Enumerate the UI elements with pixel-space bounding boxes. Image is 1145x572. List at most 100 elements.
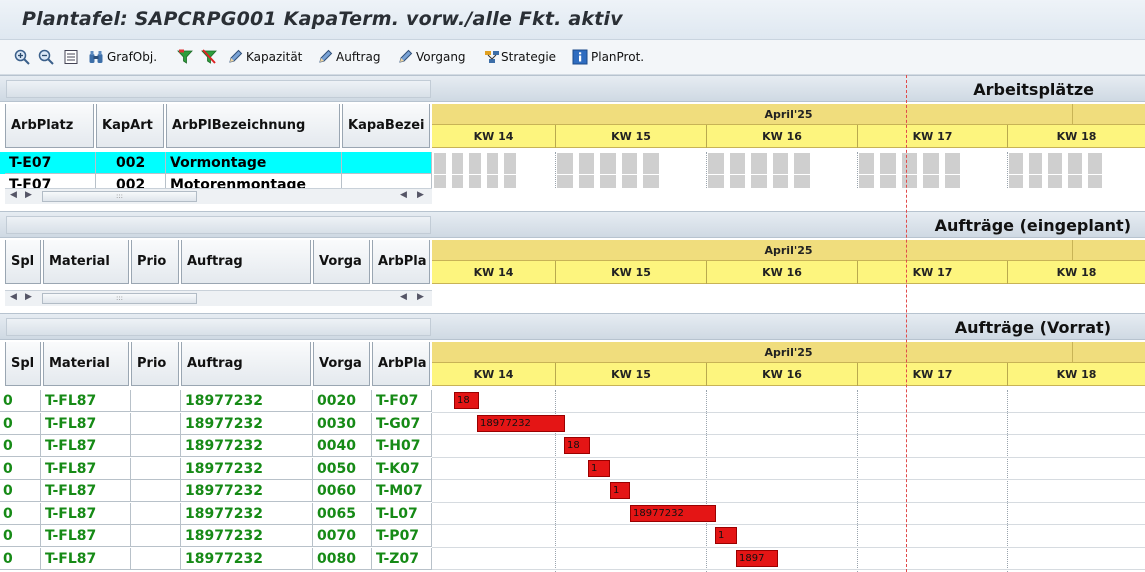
filter-off-button[interactable] bbox=[201, 48, 217, 66]
operation-bar[interactable]: 1 bbox=[588, 459, 610, 477]
zoom-out-button[interactable] bbox=[38, 48, 54, 66]
table-row[interactable]: 0 T-FL87 18977232 0070 T-P07 bbox=[0, 525, 432, 547]
operation-bar[interactable]: 18 bbox=[454, 392, 479, 409]
cell-vorgang: 0060 bbox=[313, 480, 372, 502]
vorgang-label: Vorgang bbox=[416, 50, 466, 64]
capacity-block bbox=[621, 153, 638, 174]
capacity-block bbox=[1068, 175, 1082, 188]
timeline-header: April'25 KW 14 KW 15 KW 16 KW 17 KW 18 bbox=[432, 104, 1145, 148]
col-header-arbplbezeichnung[interactable]: ArbPlBezeichnung bbox=[166, 104, 340, 148]
operation-bar[interactable]: 18977232 bbox=[477, 414, 565, 432]
scroll-left-icon[interactable]: ◀ bbox=[400, 292, 407, 302]
week-gridline bbox=[857, 152, 858, 188]
scroll-left-icon[interactable]: ◀ bbox=[10, 190, 17, 200]
col-header-arbpla[interactable]: ArbPla bbox=[372, 342, 430, 386]
col-header-auftrag[interactable]: Auftrag bbox=[181, 240, 311, 284]
cell-bezeichnung: Motorenmontage bbox=[166, 174, 342, 188]
col-header-vorgang[interactable]: Vorga bbox=[313, 342, 370, 386]
week-label: KW 15 bbox=[555, 261, 706, 284]
capacity-block bbox=[643, 153, 659, 174]
section-eingeplant: Aufträge (eingeplant) Spl Material Prio … bbox=[0, 211, 1145, 311]
cell-spl: 0 bbox=[0, 547, 41, 570]
col-header-spl[interactable]: Spl bbox=[5, 342, 41, 386]
table-row[interactable]: 0 T-FL87 18977232 0030 T-G07 bbox=[0, 412, 432, 435]
scroll-thumb[interactable]: ::: bbox=[42, 191, 197, 202]
cell-arbpla: T-F07 bbox=[372, 390, 432, 412]
planprot-label: PlanProt. bbox=[591, 50, 645, 64]
table-row[interactable]: 0 T-FL87 18977232 0040 T-H07 bbox=[0, 435, 432, 457]
list-button[interactable] bbox=[63, 48, 79, 66]
col-header-kapabezei[interactable]: KapaBezei bbox=[342, 104, 430, 148]
filter-button[interactable] bbox=[177, 48, 193, 66]
cell-arbpla: T-Z07 bbox=[372, 547, 432, 570]
table-row[interactable]: T-F07 002 Motorenmontage bbox=[0, 174, 432, 188]
cell-auftrag: 18977232 bbox=[181, 435, 313, 457]
zoom-in-button[interactable] bbox=[14, 48, 30, 66]
col-header-kapart[interactable]: KapArt bbox=[96, 104, 164, 148]
col-header-spl[interactable]: Spl bbox=[5, 240, 41, 284]
row-separator bbox=[432, 434, 1145, 435]
grafobj-button[interactable]: GrafObj. bbox=[88, 48, 157, 66]
cell-material: T-FL87 bbox=[41, 412, 131, 435]
cell-spl: 0 bbox=[0, 457, 41, 480]
strategie-button[interactable]: Strategie bbox=[484, 48, 556, 66]
col-header-prio[interactable]: Prio bbox=[131, 240, 179, 284]
week-label: KW 14 bbox=[473, 130, 514, 143]
table-row[interactable]: 0 T-FL87 18977232 0050 T-K07 bbox=[0, 457, 432, 480]
capacity-block bbox=[901, 175, 918, 188]
planprot-button[interactable]: PlanProt. bbox=[572, 48, 644, 66]
operation-bar[interactable]: 1 bbox=[715, 527, 737, 544]
col-header-arbpla[interactable]: ArbPla bbox=[372, 240, 430, 284]
table-row[interactable]: 0 T-FL87 18977232 0080 T-Z07 bbox=[0, 547, 432, 570]
scroll-thumb[interactable]: ::: bbox=[42, 293, 197, 304]
table-row[interactable]: T-E07 002 Vormontage bbox=[0, 152, 432, 174]
capacity-chart bbox=[432, 152, 1145, 188]
scroll-right-icon[interactable]: ▶ bbox=[417, 190, 424, 200]
cell-auftrag: 18977232 bbox=[181, 390, 313, 412]
auftrag-button[interactable]: Auftrag bbox=[317, 48, 380, 66]
col-header-auftrag[interactable]: Auftrag bbox=[181, 342, 311, 386]
pencil-icon bbox=[229, 49, 243, 63]
operation-bar[interactable]: 18977232 bbox=[630, 504, 716, 522]
capacity-block bbox=[1087, 153, 1102, 174]
section-header: Aufträge (Vorrat) bbox=[0, 313, 1145, 340]
col-header-vorgang[interactable]: Vorga bbox=[313, 240, 370, 284]
toolbar: GrafObj. Kapazität Auftrag Vorgang Strat… bbox=[0, 40, 1145, 75]
kapazitaet-button[interactable]: Kapazität bbox=[227, 48, 302, 66]
table-row[interactable]: 0 T-FL87 18977232 0065 T-L07 bbox=[0, 502, 432, 525]
scroll-left-icon[interactable]: ◀ bbox=[400, 190, 407, 200]
capacity-block bbox=[1048, 153, 1063, 174]
week-gridline bbox=[555, 152, 556, 188]
horizontal-scrollbar[interactable]: ◀ ▶ ::: ◀ ▶ bbox=[5, 188, 432, 204]
col-header-material[interactable]: Material bbox=[43, 240, 129, 284]
col-header-prio[interactable]: Prio bbox=[131, 342, 179, 386]
auftrag-label: Auftrag bbox=[336, 50, 381, 64]
cell-vorgang: 0030 bbox=[313, 412, 372, 435]
col-header-arbplatz[interactable]: ArbPlatz bbox=[5, 104, 94, 148]
table-row[interactable]: 0 T-FL87 18977232 0020 T-F07 bbox=[0, 390, 432, 412]
scroll-right-icon[interactable]: ▶ bbox=[25, 292, 32, 302]
operation-bar[interactable]: 1897 bbox=[736, 549, 778, 567]
horizontal-scrollbar[interactable]: ◀ ▶ ::: ◀ ▶ bbox=[5, 290, 432, 306]
section-vorrat: Aufträge (Vorrat) Spl Material Prio Auft… bbox=[0, 313, 1145, 572]
scroll-left-icon[interactable]: ◀ bbox=[10, 292, 17, 302]
operation-bar[interactable]: 1 bbox=[610, 482, 630, 499]
section-header: Arbeitsplätze bbox=[0, 75, 1145, 102]
capacity-block bbox=[1028, 153, 1043, 174]
capacity-block bbox=[469, 175, 481, 188]
cell-auftrag: 18977232 bbox=[181, 525, 313, 547]
vorgang-button[interactable]: Vorgang bbox=[397, 48, 466, 66]
scroll-right-icon[interactable]: ▶ bbox=[417, 292, 424, 302]
cell-vorgang: 0080 bbox=[313, 547, 372, 570]
capacity-block bbox=[729, 175, 746, 188]
strategie-label: Strategie bbox=[501, 50, 557, 64]
order-table: 0 T-FL87 18977232 0020 T-F07 0 T-FL87 18977232 0… bbox=[0, 390, 432, 572]
scroll-right-icon[interactable]: ▶ bbox=[25, 190, 32, 200]
cell-vorgang: 0020 bbox=[313, 390, 372, 412]
operation-bar[interactable]: 18 bbox=[564, 437, 590, 454]
col-header-material[interactable]: Material bbox=[43, 342, 129, 386]
row-separator bbox=[432, 456, 1145, 458]
cell-material: T-FL87 bbox=[41, 525, 131, 547]
row-separator bbox=[432, 501, 1145, 503]
table-row[interactable]: 0 T-FL87 18977232 0060 T-M07 bbox=[0, 480, 432, 502]
